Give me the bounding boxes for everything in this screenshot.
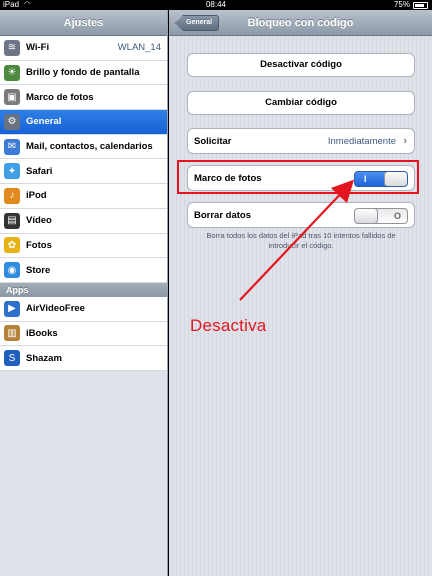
battery-icon — [413, 2, 428, 9]
erase-data-row: Borrar datos O — [187, 202, 415, 228]
sidebar-item-label: iBooks — [26, 327, 58, 339]
erase-data-label: Borrar datos — [194, 209, 252, 221]
sidebar-item-label: Vídeo — [26, 215, 52, 227]
sidebar-item-label: Wi-Fi — [26, 42, 50, 54]
sidebar-item-shazam[interactable]: S Shazam — [0, 346, 167, 371]
sidebar-item-value: WLAN_14 — [117, 42, 161, 54]
apps-list: ▶ AirVideoFree ▥ iBooks S Shazam — [0, 296, 167, 371]
settings-sidebar: Ajustes ≋ Wi-Fi WLAN_14 ☀ Brillo y fondo de … — [0, 10, 168, 576]
sidebar-item-brillo-y-fondo-de-pantalla[interactable]: ☀ Brillo y fondo de pantalla — [0, 60, 167, 86]
app-store-icon: ◉ — [4, 262, 20, 279]
sidebar-item-mail-contactos-calendarios[interactable]: ✉ Mail, contactos, calendarios — [0, 134, 167, 160]
sidebar-title: Ajustes — [0, 10, 167, 36]
change-passcode-button[interactable]: Cambiar código — [187, 91, 415, 115]
detail-navbar: General Bloqueo con código — [169, 10, 432, 36]
sidebar-item-airvideofree[interactable]: ▶ AirVideoFree — [0, 296, 167, 322]
sidebar-item-label: iPod — [26, 190, 47, 202]
sidebar-item-wi-fi[interactable]: ≋ Wi-Fi WLAN_14 — [0, 36, 167, 61]
sidebar-item-store[interactable]: ◉ Store — [0, 258, 167, 283]
deactivate-passcode-button[interactable]: Desactivar código — [187, 53, 415, 77]
chevron-right-icon: › — [403, 135, 407, 147]
picture-frame-icon: ▣ — [4, 89, 20, 106]
sidebar-item-ibooks[interactable]: ▥ iBooks — [0, 321, 167, 347]
gear-icon: ⚙ — [4, 113, 20, 130]
sidebar-item-ipod[interactable]: ♪ iPod — [0, 184, 167, 209]
sidebar-item-v-deo[interactable]: ▤ Vídeo — [0, 208, 167, 234]
require-value: Inmediatamente — [327, 135, 396, 147]
clock: 08:44 — [205, 0, 227, 9]
sidebar-item-safari[interactable]: ✦ Safari — [0, 159, 167, 185]
battery-percent: 75% — [393, 0, 410, 9]
erase-data-toggle[interactable]: O — [354, 208, 408, 224]
require-label: Solicitar — [194, 135, 232, 147]
toggle-knob — [355, 209, 378, 223]
require-passcode-row[interactable]: Solicitar Inmediatamente › — [187, 128, 415, 154]
sunflower-icon: ✿ — [4, 237, 20, 254]
sidebar-item-fotos[interactable]: ✿ Fotos — [0, 233, 167, 259]
sidebar-item-general[interactable]: ⚙ General — [0, 110, 167, 135]
sidebar-item-label: Safari — [26, 165, 53, 177]
mail-icon: ✉ — [4, 138, 20, 155]
sidebar-item-label: AirVideoFree — [26, 303, 85, 315]
music-note-icon: ♪ — [4, 187, 20, 204]
back-button[interactable]: General — [175, 15, 220, 31]
book-icon: ▥ — [4, 325, 20, 342]
wifi-icon: ≋ — [4, 39, 20, 56]
apps-section-header: Apps — [0, 282, 167, 297]
annotation-label: Desactiva — [190, 316, 267, 335]
airvideo-icon: ▶ — [4, 300, 20, 317]
sidebar-item-label: Mail, contactos, calendarios — [26, 141, 153, 153]
sidebar-item-label: Marco de fotos — [26, 91, 94, 103]
sidebar-item-label: Shazam — [26, 352, 62, 364]
detail-pane: General Bloqueo con código Desactivar có… — [169, 10, 432, 576]
detail-title: Bloqueo con código — [247, 17, 354, 29]
settings-list: ≋ Wi-Fi WLAN_14 ☀ Brillo y fondo de pantalla… — [0, 36, 167, 283]
erase-data-note: Borra todos los datos del iPad tras 10 i… — [206, 231, 396, 250]
sidebar-item-label: Fotos — [26, 239, 52, 251]
sidebar-item-marco-de-fotos[interactable]: ▣ Marco de fotos — [0, 85, 167, 111]
sidebar-item-label: Brillo y fondo de pantalla — [26, 67, 140, 79]
safari-compass-icon: ✦ — [4, 163, 20, 180]
toggle-off-glyph: O — [393, 211, 401, 221]
brightness-icon: ☀ — [4, 64, 20, 81]
sidebar-item-label: Store — [26, 264, 51, 276]
shazam-icon: S — [4, 350, 20, 367]
sidebar-item-label: General — [26, 116, 62, 128]
film-icon: ▤ — [4, 212, 20, 229]
highlight-box — [177, 160, 419, 194]
status-bar: iPad ◠ 08:44 75% — [0, 0, 432, 10]
